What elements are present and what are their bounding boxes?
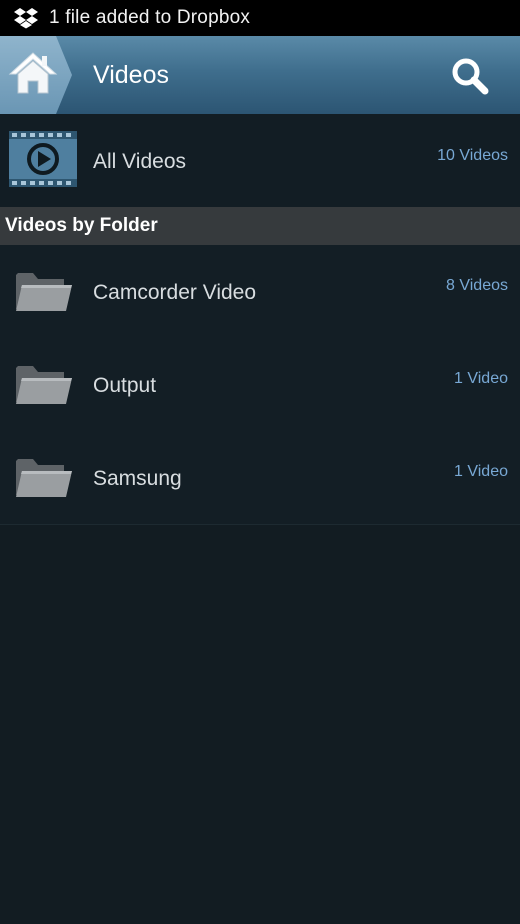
search-icon[interactable] — [450, 56, 490, 96]
folder-count: 1 Video — [454, 370, 508, 387]
folder-row-camcorder[interactable]: Camcorder Video 8 Videos — [0, 245, 520, 339]
film-play-icon — [9, 131, 77, 187]
folder-icon — [16, 273, 72, 311]
all-videos-count: 10 Videos — [437, 147, 508, 164]
folder-count: 8 Videos — [446, 277, 508, 294]
notification-text: 1 file added to Dropbox — [49, 7, 251, 28]
dropbox-icon — [14, 8, 38, 29]
folder-label: Samsung — [93, 467, 182, 490]
folder-icon — [16, 459, 72, 497]
folder-count: 1 Video — [454, 463, 508, 480]
folder-row-output[interactable]: Output 1 Video — [0, 338, 520, 432]
section-header: Videos by Folder — [0, 207, 520, 245]
page-title: Videos — [93, 61, 169, 89]
action-bar: Videos — [0, 36, 520, 115]
folder-icon — [16, 366, 72, 404]
home-icon — [8, 52, 58, 94]
all-videos-row[interactable]: All Videos 10 Videos — [0, 114, 520, 207]
home-button[interactable] — [0, 36, 72, 114]
folder-label: Camcorder Video — [93, 281, 257, 304]
all-videos-label: All Videos — [93, 150, 187, 173]
folder-label: Output — [93, 374, 157, 397]
folder-row-samsung[interactable]: Samsung 1 Video — [0, 431, 520, 525]
status-bar: 1 file added to Dropbox — [0, 0, 520, 36]
